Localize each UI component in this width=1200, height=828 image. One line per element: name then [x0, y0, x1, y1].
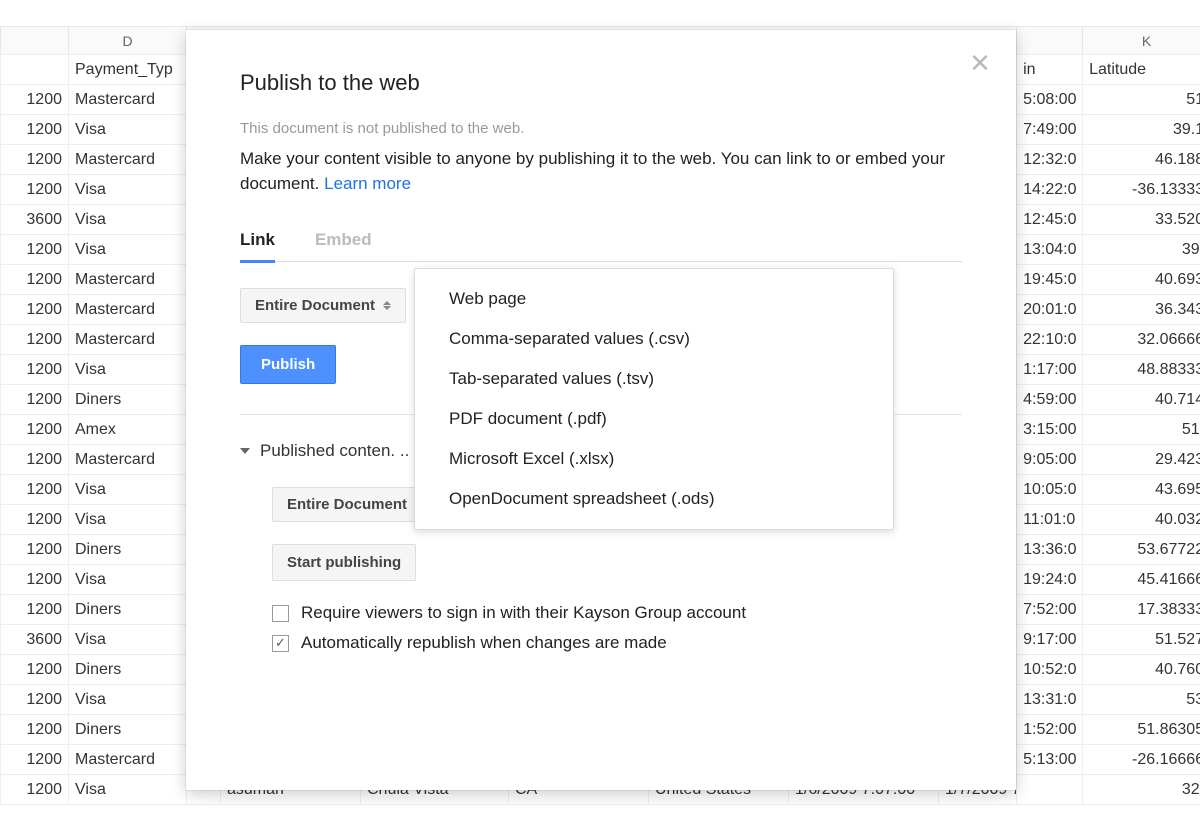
require-signin-label: Require viewers to sign in with their Ka…	[301, 603, 746, 623]
tab-link[interactable]: Link	[240, 224, 275, 263]
format-menu-item[interactable]: Tab-separated values (.tsv)	[415, 359, 893, 399]
header-latitude[interactable]: Latitude	[1083, 55, 1200, 85]
tab-embed[interactable]: Embed	[315, 224, 372, 263]
format-menu-item[interactable]: Microsoft Excel (.xlsx)	[415, 439, 893, 479]
format-menu-item[interactable]: OpenDocument spreadsheet (.ods)	[415, 479, 893, 519]
updown-icon	[383, 301, 391, 310]
close-icon[interactable]: ✕	[968, 52, 992, 76]
col-d[interactable]: D	[69, 27, 187, 55]
header-payment-type[interactable]: Payment_Typ	[69, 55, 187, 85]
require-signin-checkbox[interactable]	[272, 605, 289, 622]
chevron-down-icon	[240, 448, 250, 454]
auto-republish-checkbox[interactable]: ✓	[272, 635, 289, 652]
format-menu: Web pageComma-separated values (.csv)Tab…	[414, 268, 894, 530]
format-menu-item[interactable]: PDF document (.pdf)	[415, 399, 893, 439]
format-menu-item[interactable]: Comma-separated values (.csv)	[415, 319, 893, 359]
publish-button[interactable]: Publish	[240, 345, 336, 384]
scope-select[interactable]: Entire Document	[240, 288, 406, 323]
start-publishing-button[interactable]: Start publishing	[272, 544, 416, 581]
header-in[interactable]: in	[1017, 55, 1083, 85]
format-menu-item[interactable]: Web page	[415, 279, 893, 319]
publish-dialog: ✕ Publish to the web This document is no…	[186, 30, 1016, 790]
dialog-description: Make your content visible to anyone by p…	[240, 147, 962, 196]
publish-status: This document is not published to the we…	[240, 120, 962, 137]
col-k[interactable]: K	[1083, 27, 1200, 55]
publish-tabs: Link Embed	[240, 224, 962, 262]
learn-more-link[interactable]: Learn more	[324, 174, 411, 193]
auto-republish-label: Automatically republish when changes are…	[301, 633, 667, 653]
dialog-title: Publish to the web	[240, 70, 962, 96]
